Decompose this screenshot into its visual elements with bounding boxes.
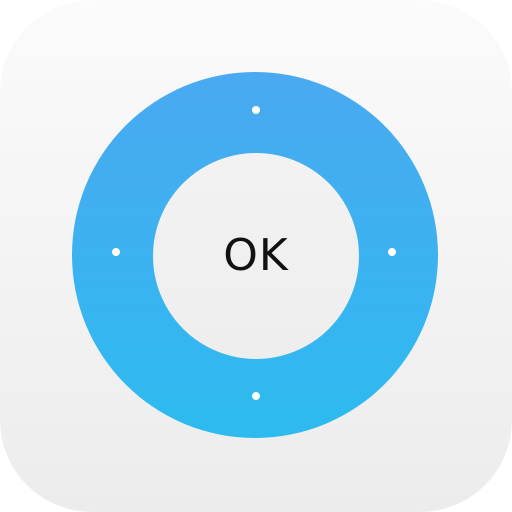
dpad-right-button[interactable] (388, 248, 396, 256)
ok-button[interactable]: OK (153, 153, 359, 359)
ok-label: OK (223, 230, 289, 281)
dpad-up-button[interactable] (252, 106, 260, 114)
dpad-down-button[interactable] (252, 392, 260, 400)
dpad-left-button[interactable] (112, 248, 120, 256)
remote-app-icon[interactable]: OK (0, 0, 512, 512)
